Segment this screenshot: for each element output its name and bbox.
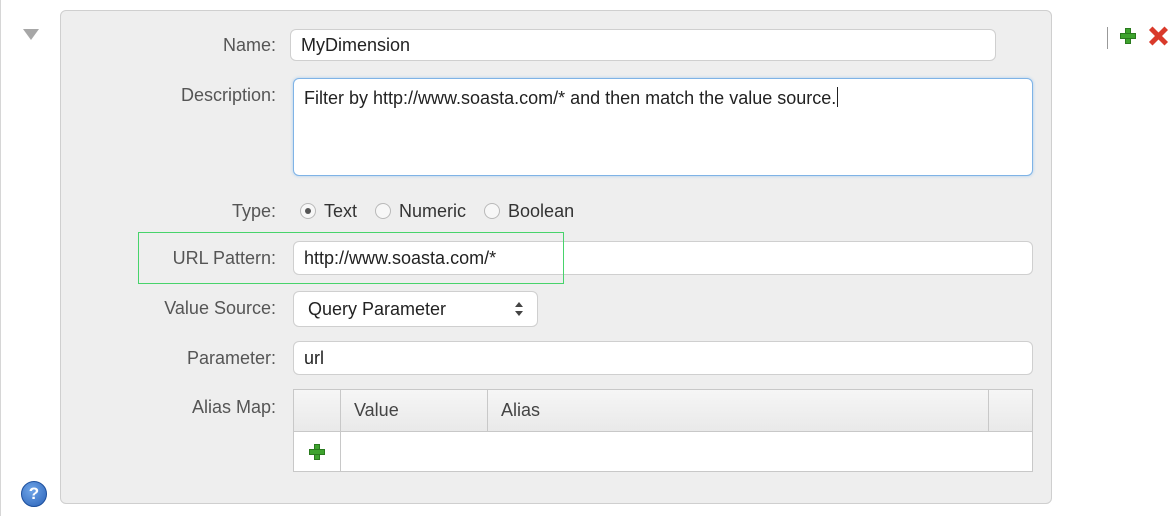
url-pattern-input[interactable]: http://www.soasta.com/* xyxy=(293,241,1033,275)
type-numeric-radio[interactable] xyxy=(375,203,392,219)
help-icon[interactable]: ? xyxy=(21,481,47,507)
alias-map-header: Value Alias xyxy=(294,390,1032,432)
toolbar-divider xyxy=(1107,27,1108,49)
delete-dimension-x-icon[interactable] xyxy=(1148,26,1168,46)
value-source-label: Value Source: xyxy=(164,298,276,318)
column-header-alias[interactable]: Alias xyxy=(501,390,540,431)
parameter-label: Parameter: xyxy=(186,348,276,368)
add-alias-plus-icon[interactable] xyxy=(309,444,325,460)
left-border xyxy=(0,0,1,516)
type-label: Type: xyxy=(231,201,276,221)
type-text-label[interactable]: Text xyxy=(324,201,357,222)
name-label: Name: xyxy=(222,35,276,55)
description-label: Description: xyxy=(180,85,276,105)
type-radio-group: Text Numeric Boolean xyxy=(300,199,592,223)
description-textarea[interactable]: Filter by http://www.soasta.com/* and th… xyxy=(293,78,1033,176)
column-header-value[interactable]: Value xyxy=(354,390,399,431)
row-divider xyxy=(340,432,341,471)
description-text: Filter by http://www.soasta.com/* and th… xyxy=(304,88,837,108)
add-dimension-plus-icon[interactable] xyxy=(1120,28,1136,44)
column-divider xyxy=(487,390,488,431)
value-source-selected: Query Parameter xyxy=(308,299,447,319)
url-pattern-label: URL Pattern: xyxy=(172,248,276,268)
text-caret xyxy=(837,87,839,107)
name-input[interactable]: MyDimension xyxy=(290,29,996,61)
type-numeric-label[interactable]: Numeric xyxy=(399,201,466,222)
type-text-radio[interactable] xyxy=(300,203,316,219)
select-arrows-icon xyxy=(515,302,523,316)
type-boolean-radio[interactable] xyxy=(484,203,501,219)
alias-map-table: Value Alias xyxy=(293,389,1033,472)
alias-map-label: Alias Map: xyxy=(191,397,276,417)
column-divider xyxy=(340,390,341,431)
column-divider xyxy=(988,390,989,431)
type-boolean-label[interactable]: Boolean xyxy=(508,201,574,222)
value-source-select[interactable]: Query Parameter xyxy=(293,291,538,327)
parameter-input[interactable]: url xyxy=(293,341,1033,375)
